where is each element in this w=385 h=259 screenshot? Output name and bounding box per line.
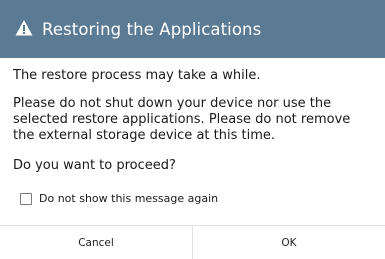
ok-button[interactable]: OK xyxy=(193,226,385,259)
cancel-button[interactable]: Cancel xyxy=(0,226,192,259)
message-line-1: The restore process may take a while. xyxy=(13,68,261,83)
message-line-3: Do you want to proceed? xyxy=(13,158,176,173)
dont-show-again-checkbox[interactable] xyxy=(20,192,32,205)
dont-show-again-row[interactable]: Do not show this message again xyxy=(20,192,218,205)
restore-dialog: Restoring the Applications The restore p… xyxy=(0,0,385,259)
dont-show-again-label: Do not show this message again xyxy=(39,192,219,205)
message-line-2: Please do not shut down your device nor … xyxy=(13,96,351,143)
warning-icon xyxy=(15,19,33,37)
dialog-button-bar: Cancel OK xyxy=(0,225,385,259)
dialog-title-bar: Restoring the Applications xyxy=(0,0,385,58)
dialog-title: Restoring the Applications xyxy=(42,19,262,39)
